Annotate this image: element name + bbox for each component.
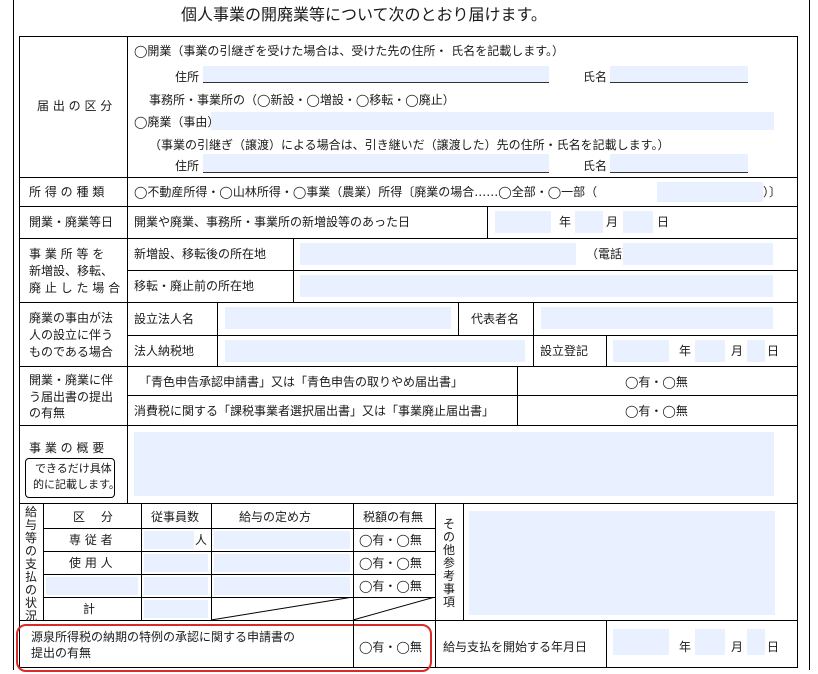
payroll-row-1-method[interactable] xyxy=(214,531,350,549)
filings-consumption: 消費税に関する「課税事業者選択届出書」又は「事業廃止届出書」 xyxy=(134,404,495,418)
office-label-2: 新増設、移転、 xyxy=(29,264,114,278)
corp-label-1: 廃業の事由が法 xyxy=(29,311,114,325)
corp-tax-label: 法人納税地 xyxy=(134,344,195,358)
notify-name2-label: 氏名 xyxy=(583,159,608,173)
payroll-other-field[interactable] xyxy=(469,511,775,615)
corp-name-label: 設立法人名 xyxy=(134,312,195,326)
notify-reason-field[interactable] xyxy=(211,112,774,130)
filings-blue: 「青色申告承認申請書」又は「青色申告の取りやめ届出書」 xyxy=(139,375,464,389)
corp-reg-year-field[interactable] xyxy=(613,340,669,362)
income-options: ◯不動産所得・◯山林所得・◯事業（農業）所得〔廃業の場合……◯全部・◯一部（ xyxy=(134,185,598,199)
office-label-1: 事 業 所 等 を xyxy=(29,247,105,261)
office-new-field[interactable] xyxy=(300,243,576,265)
withholding-label-2: 提出の有無 xyxy=(31,646,92,660)
payroll-row-1-tax[interactable]: ◯有・◯無 xyxy=(359,533,422,547)
payroll-total-label: 計 xyxy=(83,602,96,616)
corp-month: 月 xyxy=(731,344,744,358)
notify-name-field[interactable] xyxy=(610,66,748,82)
payroll-header-count: 従事員数 xyxy=(151,510,200,524)
summary-label: 事 業 の 概 要 xyxy=(29,441,105,455)
form-title: 個人事業の開廃業等について次のとおり届けます。 xyxy=(181,5,547,24)
payroll-row-2-tax[interactable]: ◯有・◯無 xyxy=(359,556,422,570)
dates-day: 日 xyxy=(657,215,670,229)
right-border xyxy=(809,0,810,670)
summary-field[interactable] xyxy=(134,432,774,496)
payroll-row-2-count[interactable] xyxy=(144,554,208,572)
dates-year-field[interactable] xyxy=(495,211,551,233)
filings-label-2: う届出書の提出 xyxy=(29,390,114,404)
dates-label: 開業・廃業等日 xyxy=(29,215,114,229)
payroll-side-label: 給与等の支払の状況 xyxy=(24,505,37,623)
income-label: 所 得 の 種 類 xyxy=(29,185,105,199)
payroll-other-label: その他参考事項 xyxy=(442,517,455,609)
payroll-row-2-method[interactable] xyxy=(214,554,350,572)
payroll-row-3-count[interactable] xyxy=(144,577,208,595)
notify-name-label: 氏名 xyxy=(583,70,608,84)
office-old-label: 移転・廃止前の所在地 xyxy=(134,279,255,293)
corp-name-field[interactable] xyxy=(225,307,451,329)
withholding-day: 日 xyxy=(767,640,780,654)
notify-succession-line: （事業の引継ぎ（譲渡）による場合は、引き継いだ（譲渡した）先の住所・氏名を記載し… xyxy=(149,138,670,152)
payroll-row-3-method[interactable] xyxy=(214,577,350,595)
corp-rep-label: 代表者名 xyxy=(471,312,520,326)
withholding-year: 年 xyxy=(679,640,692,654)
form-page: 個人事業の開廃業等について次のとおり届けます。 届 出 の 区 分 ◯開業（事業… xyxy=(3,0,813,672)
summary-note-2: 的に記載します。 xyxy=(33,478,120,491)
withholding-day-field[interactable] xyxy=(747,629,765,655)
dates-month-field[interactable] xyxy=(575,211,603,233)
notify-office-line: 事務所・事業所の（◯新設・◯増設・◯移転・◯廃止） xyxy=(149,93,455,107)
corp-reg-day-field[interactable] xyxy=(747,340,765,362)
corp-year: 年 xyxy=(679,344,692,358)
income-close: ）〕 xyxy=(763,185,782,199)
notify-close-line: ◯廃業（事由） xyxy=(134,115,220,129)
notify-open-line: ◯開業（事業の引継ぎを受けた場合は、受けた先の住所・ 氏名を記載します。） xyxy=(134,44,565,58)
withholding-start-label: 給与支払を開始する年月日 xyxy=(443,640,588,654)
notify-name2-field[interactable] xyxy=(610,154,748,172)
payroll-row-2-label: 使 用 人 xyxy=(69,556,113,570)
corp-label-2: 人の設立に伴う xyxy=(29,328,114,342)
payroll-row-1-count[interactable] xyxy=(144,531,194,549)
withholding-label-1: 源泉所得税の納期の特例の承認に関する申請書の xyxy=(31,630,296,644)
withholding-month: 月 xyxy=(731,640,744,654)
payroll-row-1-label: 専 従 者 xyxy=(69,533,113,547)
dates-month: 月 xyxy=(606,215,619,229)
office-label-3: 廃 止 し た 場 合 xyxy=(29,281,121,295)
payroll-header-method: 給与の定め方 xyxy=(239,510,312,524)
payroll-row-1-unit: 人 xyxy=(195,533,208,547)
office-old-field[interactable] xyxy=(300,275,773,297)
filings-label-1: 開業・廃業に伴 xyxy=(29,373,114,387)
corp-reg-label: 設立登記 xyxy=(540,344,589,358)
office-new-label: 新増設、移転後の所在地 xyxy=(134,247,267,261)
office-phone-field[interactable] xyxy=(623,243,773,265)
left-border xyxy=(13,0,14,670)
dates-day-field[interactable] xyxy=(623,211,653,233)
payroll-row-3-label[interactable] xyxy=(46,577,138,595)
notify-address2-label: 住所 xyxy=(175,159,200,173)
income-partial-field[interactable] xyxy=(657,182,763,202)
corp-reg-month-field[interactable] xyxy=(695,340,725,362)
corp-day: 日 xyxy=(767,344,780,358)
notify-label: 届 出 の 区 分 xyxy=(37,99,113,113)
corp-tax-field[interactable] xyxy=(225,340,525,362)
notify-address2-field[interactable] xyxy=(203,154,549,172)
filings-blue-yesno[interactable]: ◯有・◯無 xyxy=(625,375,688,389)
corp-label-3: ものである場合 xyxy=(29,345,113,359)
payroll-row-3-tax[interactable]: ◯有・◯無 xyxy=(359,579,422,593)
filings-consumption-yesno[interactable]: ◯有・◯無 xyxy=(625,404,688,418)
payroll-total-count[interactable] xyxy=(144,600,208,618)
notify-address-field[interactable] xyxy=(203,66,549,82)
payroll-header-kubun: 区 分 xyxy=(73,510,113,524)
withholding-year-field[interactable] xyxy=(613,629,669,655)
withholding-yesno[interactable]: ◯有・◯無 xyxy=(359,640,422,654)
notify-address-label: 住所 xyxy=(175,70,200,84)
withholding-month-field[interactable] xyxy=(695,629,725,655)
dates-text: 開業や廃業、事務所・事業所の新増設等のあった日 xyxy=(134,215,411,229)
payroll-header-tax: 税額の有無 xyxy=(363,510,424,524)
corp-rep-field[interactable] xyxy=(541,307,773,329)
payroll-total-strike xyxy=(211,597,435,620)
filings-label-3: の有無 xyxy=(29,406,66,420)
summary-note-1: できるだけ具体 xyxy=(35,462,112,475)
dates-year: 年 xyxy=(559,215,572,229)
